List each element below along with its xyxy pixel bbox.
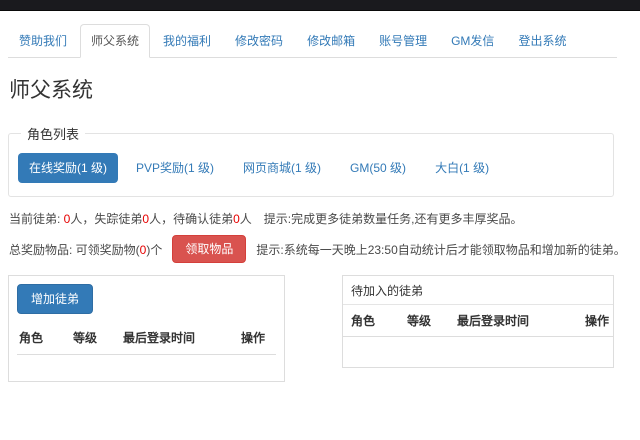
top-dark-bar — [0, 0, 640, 11]
apprentice-stats-line: 当前徒弟: 0人，失踪徒弟0人，待确认徒弟0人提示:完成更多徒弟数量任务,还有更… — [9, 210, 640, 227]
role-list-legend: 角色列表 — [21, 124, 85, 143]
tab-change-password-link[interactable]: 修改密码 — [224, 24, 294, 58]
pending-apprentices-panel: 待加入的徒弟 角色 等级 最后登录时间 操作 — [342, 275, 614, 368]
role-list-fieldset: 角色列表 在线奖励(1 级) PVP奖励(1 级) 网页商城(1 级) GM(5… — [8, 124, 614, 197]
empty-cell — [343, 337, 613, 367]
reward-prefix: 总奖励物品: 可领奖励物( — [9, 243, 140, 257]
header-last-login: 最后登录时间 — [455, 305, 583, 337]
stats-prefix: 当前徒弟: — [9, 212, 64, 226]
header-level: 等级 — [71, 321, 121, 355]
role-pills: 在线奖励(1 级) PVP奖励(1 级) 网页商城(1 级) GM(50 级) … — [18, 153, 604, 183]
header-action: 操作 — [583, 305, 613, 337]
tab-my-benefits-link[interactable]: 我的福利 — [152, 24, 222, 58]
pill-pvp-reward[interactable]: PVP奖励(1 级) — [125, 153, 225, 183]
pill-gm[interactable]: GM(50 级) — [339, 153, 417, 183]
table-row — [343, 337, 613, 367]
my-apprentices-table: 角色 等级 最后登录时间 操作 — [17, 321, 276, 381]
claim-items-button[interactable]: 领取物品 — [172, 235, 246, 263]
tab-change-email[interactable]: 修改邮箱 — [296, 24, 368, 58]
header-role: 角色 — [17, 321, 71, 355]
reward-suffix: )个 — [146, 243, 162, 257]
stats-hint: 提示:完成更多徒弟数量任务,还有更多丰厚奖品。 — [264, 212, 523, 226]
page-title: 师父系统 — [9, 74, 640, 104]
pending-apprentice-count: 0 — [233, 212, 240, 226]
add-apprentice-button[interactable]: 增加徒弟 — [17, 284, 93, 314]
tab-gm-mail[interactable]: GM发信 — [440, 24, 507, 58]
pending-apprentices-table: 待加入的徒弟 角色 等级 最后登录时间 操作 — [343, 276, 613, 367]
my-apprentices-panel: 增加徒弟 角色 等级 最后登录时间 操作 — [8, 275, 285, 382]
reward-hint: 提示:系统每一天晚上23:50自动统计后才能领取物品和增加新的徒弟。 — [256, 241, 625, 258]
table-header-row: 角色 等级 最后登录时间 操作 — [343, 305, 613, 337]
pill-online-reward[interactable]: 在线奖励(1 级) — [18, 153, 118, 183]
tab-logout-link[interactable]: 登出系统 — [507, 24, 577, 58]
header-level: 等级 — [405, 305, 455, 337]
stats-mid1: 人，失踪徒弟 — [70, 212, 142, 226]
tab-account-management-link[interactable]: 账号管理 — [368, 24, 438, 58]
table-row — [17, 355, 276, 381]
panel-title-row: 待加入的徒弟 — [343, 276, 613, 305]
apprentice-panels: 增加徒弟 角色 等级 最后登录时间 操作 待加 — [8, 275, 614, 382]
empty-cell — [17, 355, 276, 381]
tab-master-system[interactable]: 师父系统 — [80, 24, 152, 58]
pill-dabai[interactable]: 大白(1 级) — [424, 153, 500, 183]
tab-change-password[interactable]: 修改密码 — [224, 24, 296, 58]
header-last-login: 最后登录时间 — [121, 321, 239, 355]
tab-master-system-link[interactable]: 师父系统 — [80, 24, 150, 58]
tab-change-email-link[interactable]: 修改邮箱 — [296, 24, 366, 58]
pill-web-mall[interactable]: 网页商城(1 级) — [232, 153, 332, 183]
tab-account-management[interactable]: 账号管理 — [368, 24, 440, 58]
tab-sponsor-us-link[interactable]: 赞助我们 — [8, 24, 78, 58]
stats-suffix: 人 — [240, 212, 252, 226]
main-nav-tabs: 赞助我们 师父系统 我的福利 修改密码 修改邮箱 账号管理 GM发信 登出系统 — [8, 24, 617, 58]
tab-gm-mail-link[interactable]: GM发信 — [440, 24, 505, 58]
reward-text: 总奖励物品: 可领奖励物(0)个 — [9, 241, 162, 258]
table-header-row: 角色 等级 最后登录时间 操作 — [17, 321, 276, 355]
header-role: 角色 — [343, 305, 405, 337]
pending-panel-title: 待加入的徒弟 — [343, 276, 613, 305]
tab-sponsor-us[interactable]: 赞助我们 — [8, 24, 80, 58]
reward-line: 总奖励物品: 可领奖励物(0)个 领取物品 提示:系统每一天晚上23:50自动统… — [9, 235, 640, 263]
tab-my-benefits[interactable]: 我的福利 — [152, 24, 224, 58]
header-action: 操作 — [239, 321, 276, 355]
tab-logout[interactable]: 登出系统 — [507, 24, 579, 58]
stats-mid2: 人，待确认徒弟 — [149, 212, 233, 226]
